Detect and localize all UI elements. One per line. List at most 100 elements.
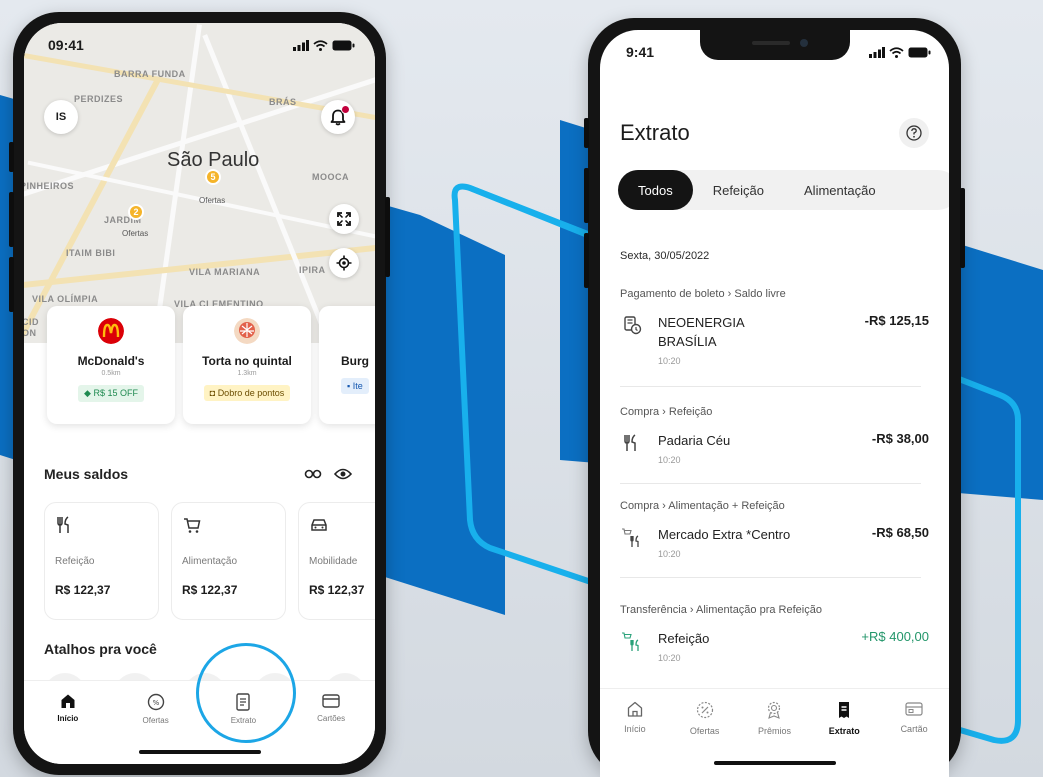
store-card[interactable]: Burg ▪ Ite	[319, 306, 375, 424]
eye-icon[interactable]	[334, 467, 352, 481]
store-carousel[interactable]: McDonald's 0.5km ◆ R$ 15 OFF Torta no qu…	[47, 306, 375, 424]
highlight-circle	[196, 643, 296, 743]
map-label: ON	[24, 328, 37, 338]
volume-down-button	[9, 257, 14, 312]
store-name: Burg	[341, 354, 369, 368]
filter-todos[interactable]: Todos	[618, 170, 693, 210]
receipt-icon	[839, 702, 850, 718]
transaction-category: Transferência › Alimentação pra Refeição	[620, 604, 822, 616]
transaction-name-continued: BRASÍLIA	[658, 334, 717, 349]
transaction-name: Mercado Extra *Centro	[658, 527, 791, 542]
offers-cluster-pin[interactable]: 5	[205, 169, 221, 185]
tab-inicio[interactable]: Início	[608, 701, 662, 777]
map-label: VILA MARIANA	[189, 267, 261, 277]
cutlery-icon	[624, 434, 636, 451]
store-card[interactable]: McDonald's 0.5km ◆ R$ 15 OFF	[47, 306, 175, 424]
tab-inicio[interactable]: Início	[38, 693, 98, 764]
tab-extrato[interactable]: Extrato	[817, 701, 871, 777]
help-button[interactable]	[899, 118, 929, 148]
offers-cluster-pin[interactable]: 2	[128, 204, 144, 220]
divider	[620, 483, 921, 484]
profile-avatar-button[interactable]: IS	[44, 100, 78, 134]
mute-switch	[584, 118, 589, 148]
transaction-item[interactable]: Transferência › Alimentação pra Refeição…	[620, 604, 929, 663]
store-name: Torta no quintal	[202, 354, 292, 368]
divider	[620, 577, 921, 578]
store-card[interactable]: Torta no quintal 1.3km ◘ Dobro de pontos	[183, 306, 311, 424]
expand-icon	[337, 212, 351, 226]
torta-logo-icon	[234, 318, 260, 344]
map-label: BRÁS	[269, 97, 297, 107]
balance-card-alimentacao[interactable]: Alimentação R$ 122,37	[171, 502, 286, 620]
power-button	[960, 188, 965, 268]
signal-icon	[293, 39, 309, 51]
filter-refeicao[interactable]: Refeição	[693, 170, 784, 210]
tab-cartao[interactable]: Cartão	[887, 701, 941, 777]
transaction-item[interactable]: Pagamento de boleto › Saldo livre NEOENE…	[620, 288, 929, 366]
transaction-name: Refeição	[658, 631, 710, 646]
store-offer-badge: ◘ Dobro de pontos	[203, 385, 291, 401]
store-distance: 0.5km	[101, 370, 121, 377]
volume-up-button	[584, 168, 589, 223]
expand-map-button[interactable]	[329, 204, 359, 234]
tab-ofertas[interactable]: Ofertas	[678, 701, 732, 777]
divider	[620, 386, 921, 387]
badge-text: R$ 15 OFF	[93, 388, 138, 398]
battery-icon	[332, 40, 355, 50]
balance-card-mobilidade[interactable]: Mobilidade R$ 122,37	[298, 502, 375, 620]
status-icons	[293, 39, 355, 51]
offers-map[interactable]: BARRA FUNDA PERDIZES BRÁS PINHEIROS JARD…	[24, 23, 375, 343]
notifications-button[interactable]	[321, 100, 355, 134]
volume-up-button	[9, 192, 14, 247]
store-offer-badge: ◆ R$ 15 OFF	[78, 385, 144, 402]
date-header: Sexta, 30/05/2022	[620, 250, 710, 262]
screen-home: 09:41 BARRA FUNDA PERDIZES BRÁS PINHEIRO…	[24, 23, 375, 764]
volume-down-button	[584, 233, 589, 288]
card-icon	[905, 702, 923, 716]
notification-dot	[341, 105, 350, 114]
map-label: MOOCA	[312, 172, 349, 182]
store-name: McDonald's	[77, 354, 145, 368]
tab-label: Cartões	[317, 714, 346, 723]
transaction-time: 10:20	[658, 455, 681, 465]
battery-icon	[908, 47, 931, 57]
signal-icon	[869, 46, 885, 58]
svg-text:%: %	[152, 699, 159, 707]
phone-left: 09:41 BARRA FUNDA PERDIZES BRÁS PINHEIRO…	[9, 12, 390, 775]
transaction-category: Compra › Alimentação + Refeição	[620, 500, 785, 512]
page-title: Extrato	[620, 120, 690, 145]
transaction-item[interactable]: Compra › Alimentação + Refeição Mercado …	[620, 500, 929, 559]
balance-value: R$ 122,37	[309, 583, 365, 597]
transaction-item[interactable]: Compra › Refeição Padaria Céu 10:20 -R$ …	[620, 406, 929, 465]
map-label: ITAIM BIBI	[66, 248, 116, 258]
link-icon[interactable]	[304, 468, 322, 480]
card-icon	[322, 694, 340, 708]
status-time: 9:41	[626, 44, 655, 60]
map-label: IPIRA	[299, 265, 326, 275]
tab-cartoes[interactable]: Cartões	[301, 693, 361, 764]
badge-text: Dobro de pontos	[217, 388, 285, 398]
map-label: CID	[24, 317, 39, 327]
tab-premios[interactable]: Prêmios	[747, 701, 801, 777]
cart-cutlery-icon	[622, 528, 639, 547]
filter-alimentacao[interactable]: Alimentação	[784, 170, 896, 210]
transaction-time: 10:20	[658, 549, 681, 559]
balance-value: R$ 122,37	[55, 583, 111, 597]
balance-label: Refeição	[55, 556, 95, 567]
wifi-icon	[889, 46, 904, 58]
locate-me-button[interactable]	[329, 248, 359, 278]
transaction-amount: +R$ 400,00	[861, 629, 929, 644]
tab-label: Prêmios	[757, 726, 791, 736]
mute-switch	[9, 142, 14, 172]
home-icon	[61, 694, 75, 708]
mcdonalds-logo-icon	[98, 318, 124, 344]
shortcuts-title: Atalhos pra você	[44, 641, 157, 657]
transaction-name: Padaria Céu	[658, 433, 731, 448]
tab-label: Início	[57, 714, 79, 723]
notch	[699, 30, 850, 60]
transaction-category: Compra › Refeição	[620, 406, 713, 418]
wifi-icon	[313, 39, 328, 51]
screen-extrato: 9:41 Extrato Todos Refeição Alimentação …	[600, 30, 949, 777]
status-bar: 09:41	[24, 23, 375, 67]
balance-card-refeicao[interactable]: Refeição R$ 122,37	[44, 502, 159, 620]
